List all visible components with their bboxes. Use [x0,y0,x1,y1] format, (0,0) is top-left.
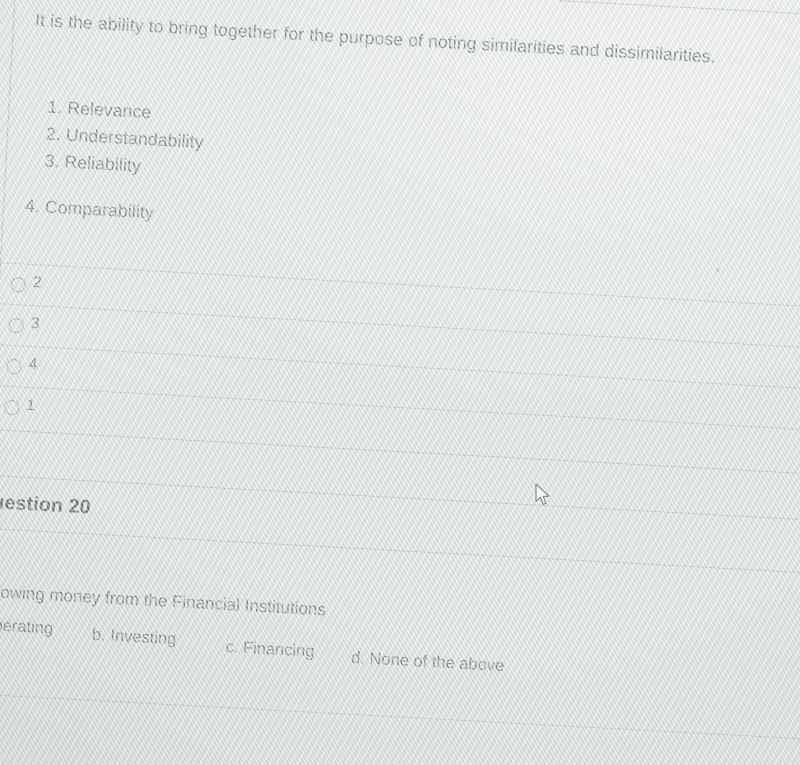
question-20-stem: Borrowing money from the Financial Insti… [0,580,327,620]
radio-button[interactable] [3,399,20,416]
quiz-card-top-border [559,0,800,21]
question-20-header-top-rule [0,474,800,525]
question-19-list-item-2: 2. Understandability [45,123,205,153]
dust-speck [430,712,433,714]
option-label: 2 [32,274,43,292]
option-divider [0,262,800,311]
question-20-option-row-1[interactable]: D [0,693,800,765]
dust-speck [552,500,554,502]
option-label: 3 [30,314,40,333]
question-19-list-item-1: 1. Relevance [47,96,152,123]
mouse-cursor-icon [535,483,550,505]
question-20-choice-c: c. Financing [225,637,315,661]
question-20-choice-a: a. Operating [0,615,54,638]
radio-button[interactable] [8,317,25,334]
question-19-stem: It is the ability to bring together for … [34,9,717,67]
option-divider [0,693,800,742]
radio-button[interactable] [10,276,27,293]
question-20-choice-b: b. Investing [91,625,177,649]
question-20-choice-d: d. None of the above [350,648,505,676]
option-label: 4 [28,355,38,374]
question-20-heading: Question 20 [0,490,92,519]
option-label: 1 [25,396,36,415]
question-19-list-item-4: 4. Comparability [24,195,155,223]
question-19-list-item-3: 3. Reliability [44,150,142,176]
question-20-header-bottom-rule [0,527,800,577]
dust-speck [708,292,711,295]
radio-button[interactable] [6,358,22,375]
dust-speck [664,357,667,359]
quiz-page-plane: It is the ability to bring together for … [0,0,800,765]
dust-speck [716,268,720,272]
photographed-screen-surface: It is the ability to bring together for … [0,0,800,765]
